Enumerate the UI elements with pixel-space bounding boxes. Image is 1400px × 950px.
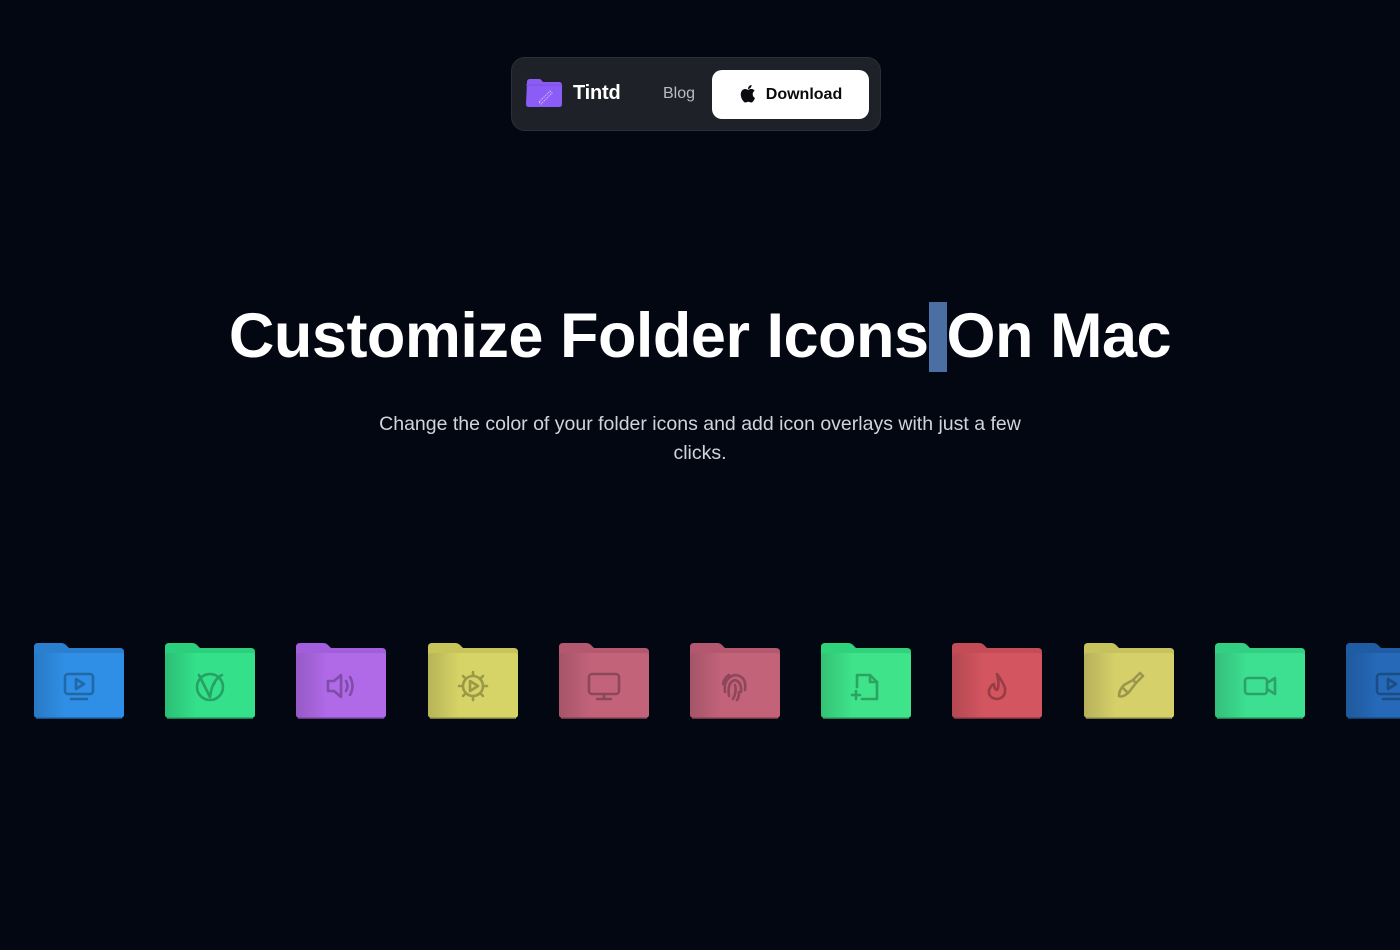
top-nav: Tintd Blog Download xyxy=(511,57,881,131)
folder-item[interactable] xyxy=(295,642,387,720)
text-cursor xyxy=(928,302,947,372)
brand-name: Tintd xyxy=(573,81,621,104)
folder-item[interactable] xyxy=(427,642,519,720)
folder-icon xyxy=(821,643,911,719)
folder-icon xyxy=(1084,643,1174,719)
folder-icon xyxy=(559,643,649,719)
folder-item[interactable] xyxy=(951,642,1043,720)
folder-item[interactable] xyxy=(820,642,912,720)
hero-title-part2: On Mac xyxy=(946,301,1172,371)
folder-item[interactable] xyxy=(558,642,650,720)
blog-link[interactable]: Blog xyxy=(663,85,695,103)
folder-item[interactable] xyxy=(1083,642,1175,720)
folder-icon xyxy=(1215,643,1305,719)
folder-icon xyxy=(1346,643,1400,719)
folder-item[interactable] xyxy=(164,642,256,720)
folder-icon xyxy=(690,643,780,719)
folder-icon xyxy=(34,643,124,719)
folder-icon xyxy=(952,643,1042,719)
hero-title-part1: Customize Folder Icons xyxy=(228,301,929,371)
download-button[interactable]: Download xyxy=(712,70,869,119)
folder-icon xyxy=(428,643,518,719)
folder-brush-icon xyxy=(526,79,562,107)
folder-carousel xyxy=(0,642,1400,722)
folder-icon xyxy=(165,643,255,719)
apple-icon xyxy=(740,84,755,103)
folder-item[interactable] xyxy=(689,642,781,720)
hero-subtitle: Change the color of your folder icons an… xyxy=(379,413,1021,464)
hero-title: Customize Folder Icons On Mac xyxy=(0,300,1400,372)
download-label: Download xyxy=(765,85,843,103)
folder-item[interactable] xyxy=(33,642,125,720)
folder-icon xyxy=(296,643,386,719)
brand-home-link[interactable]: Tintd xyxy=(525,78,621,108)
folder-item[interactable] xyxy=(1214,642,1306,720)
folder-item[interactable] xyxy=(1345,642,1400,720)
